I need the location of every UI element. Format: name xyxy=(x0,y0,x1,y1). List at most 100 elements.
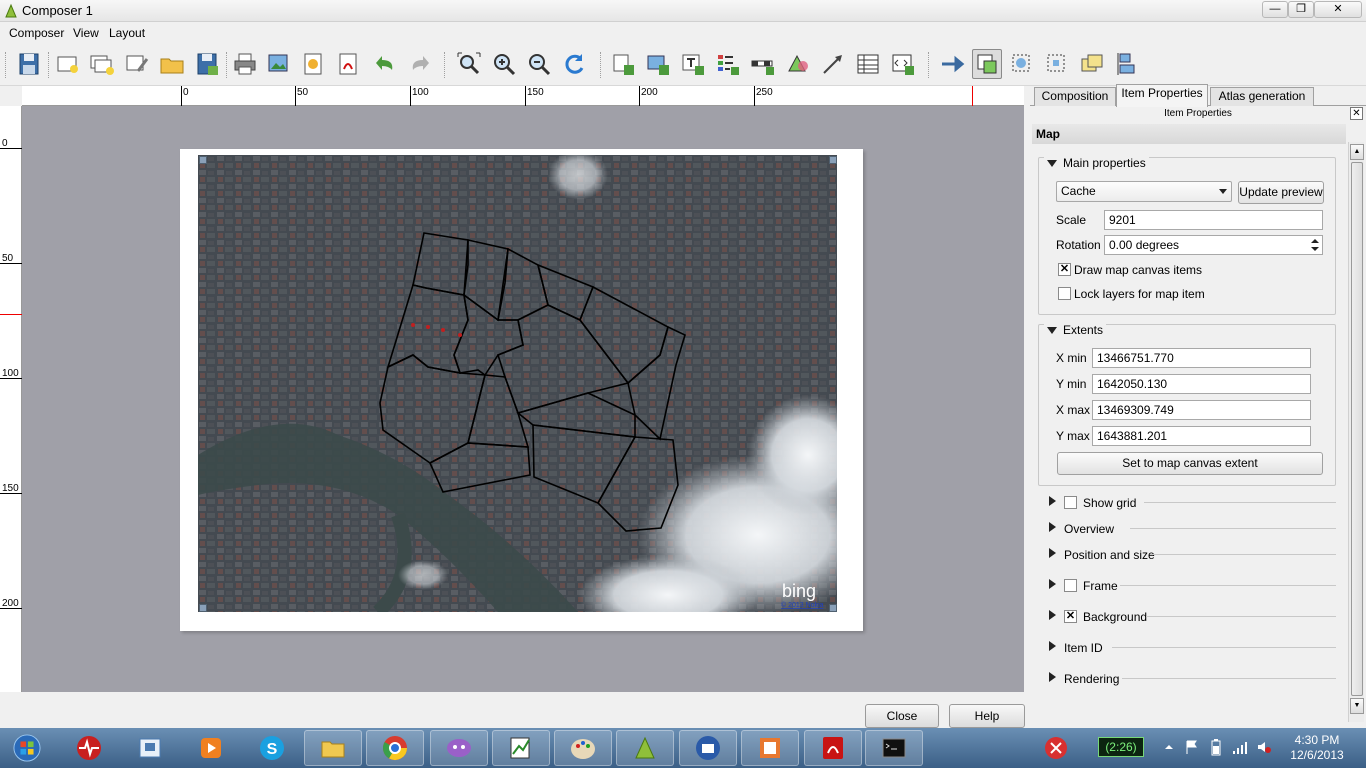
lock-layers-checkbox[interactable] xyxy=(1058,287,1071,300)
resize-handle-tl[interactable] xyxy=(199,156,207,164)
flag-icon[interactable] xyxy=(1184,739,1200,755)
ungroup-items-icon[interactable] xyxy=(1042,49,1072,79)
frame-label[interactable]: Frame xyxy=(1083,579,1118,593)
show-grid-checkbox[interactable] xyxy=(1064,496,1077,509)
rotation-spinbox[interactable]: 0.00 degrees xyxy=(1104,235,1323,255)
add-new-map-icon[interactable] xyxy=(608,49,638,79)
rendering-label[interactable]: Rendering xyxy=(1064,672,1119,686)
group-items-icon[interactable] xyxy=(1007,49,1037,79)
taskbar-store-app[interactable] xyxy=(121,730,179,766)
show-hidden-icons-icon[interactable] xyxy=(1164,742,1174,752)
extents-toggle[interactable]: Extents xyxy=(1044,323,1107,337)
add-scalebar-icon[interactable] xyxy=(748,49,778,79)
taskbar-thunderbird[interactable] xyxy=(679,730,737,766)
scale-input[interactable]: 9201 xyxy=(1104,210,1323,230)
taskbar-chat-app[interactable] xyxy=(430,730,488,766)
show-grid-label[interactable]: Show grid xyxy=(1083,496,1136,510)
print-icon[interactable] xyxy=(230,49,260,79)
maximize-button[interactable]: ❐ xyxy=(1288,1,1314,18)
signal-icon[interactable] xyxy=(1232,739,1248,755)
expand-arrow-icon[interactable] xyxy=(1049,496,1056,506)
refresh-icon[interactable] xyxy=(559,49,589,79)
taskbar-chrome[interactable] xyxy=(366,730,424,766)
taskbar-skype[interactable]: S xyxy=(243,730,301,766)
taskbar-clock[interactable]: 4:30 PM 12/6/2013 xyxy=(1285,733,1349,763)
xmax-input[interactable]: 13469309.749 xyxy=(1092,400,1311,420)
xmin-input[interactable]: 13466751.770 xyxy=(1092,348,1311,368)
raise-items-icon[interactable] xyxy=(1077,49,1107,79)
update-preview-button[interactable]: Update preview xyxy=(1238,181,1324,204)
expand-arrow-icon[interactable] xyxy=(1049,522,1056,532)
set-to-canvas-extent-button[interactable]: Set to map canvas extent xyxy=(1057,452,1323,475)
open-template-icon[interactable] xyxy=(157,49,187,79)
align-items-icon[interactable] xyxy=(1112,49,1142,79)
new-composer-icon[interactable] xyxy=(52,49,82,79)
tab-atlas-generation[interactable]: Atlas generation xyxy=(1210,87,1314,106)
ymin-input[interactable]: 1642050.130 xyxy=(1092,374,1311,394)
volume-muted-icon[interactable] xyxy=(1256,739,1272,755)
menu-layout[interactable]: Layout xyxy=(109,26,145,40)
main-properties-toggle[interactable]: Main properties xyxy=(1044,156,1149,170)
dock-close-button[interactable]: ✕ xyxy=(1350,107,1363,120)
taskbar-acrobat[interactable] xyxy=(804,730,862,766)
start-button[interactable] xyxy=(2,728,52,768)
expand-arrow-icon[interactable] xyxy=(1049,672,1056,682)
add-table-icon[interactable] xyxy=(853,49,883,79)
zoom-full-icon[interactable] xyxy=(454,49,484,79)
export-svg-icon[interactable] xyxy=(299,49,329,79)
background-checkbox[interactable]: ✕ xyxy=(1064,610,1077,623)
save-template-icon[interactable] xyxy=(192,49,222,79)
close-window-button[interactable]: ✕ xyxy=(1314,1,1362,18)
taskbar-image-app[interactable] xyxy=(741,730,799,766)
add-arrow-icon[interactable] xyxy=(818,49,848,79)
taskbar-tray-app[interactable] xyxy=(1027,730,1085,766)
resize-handle-bl[interactable] xyxy=(199,604,207,612)
expand-arrow-icon[interactable] xyxy=(1049,579,1056,589)
position-size-label[interactable]: Position and size xyxy=(1064,548,1155,562)
ymax-input[interactable]: 1643881.201 xyxy=(1092,426,1311,446)
menu-view[interactable]: View xyxy=(73,26,99,40)
taskbar-editor-app[interactable] xyxy=(492,730,550,766)
scroll-up-icon[interactable]: ▲ xyxy=(1350,144,1364,160)
export-pdf-icon[interactable] xyxy=(334,49,364,79)
zoom-out-icon[interactable] xyxy=(524,49,554,79)
draw-canvas-items-checkbox[interactable]: ✕ xyxy=(1058,263,1071,276)
zoom-in-icon[interactable] xyxy=(489,49,519,79)
taskbar-paint-app[interactable] xyxy=(554,730,612,766)
composer-manager-icon[interactable] xyxy=(122,49,152,79)
battery-timer[interactable]: (2:26) xyxy=(1098,737,1144,757)
minimize-button[interactable]: — xyxy=(1262,1,1288,18)
expand-arrow-icon[interactable] xyxy=(1049,548,1056,558)
taskbar-pulse-app[interactable] xyxy=(60,730,118,766)
undo-icon[interactable] xyxy=(370,49,400,79)
background-label[interactable]: Background xyxy=(1083,610,1147,624)
scroll-thumb[interactable] xyxy=(1351,162,1363,696)
overview-label[interactable]: Overview xyxy=(1064,522,1114,536)
expand-arrow-icon[interactable] xyxy=(1049,641,1056,651)
add-shape-icon[interactable] xyxy=(783,49,813,79)
tab-composition[interactable]: Composition xyxy=(1034,87,1116,106)
move-item-content-icon[interactable] xyxy=(972,49,1002,79)
resize-handle-tr[interactable] xyxy=(829,156,837,164)
preview-mode-select[interactable]: Cache xyxy=(1056,181,1232,202)
help-button[interactable]: Help xyxy=(949,704,1025,728)
dock-scrollbar[interactable]: ▲ ▼ xyxy=(1348,142,1364,722)
battery-icon[interactable] xyxy=(1210,738,1222,756)
save-project-icon[interactable] xyxy=(14,49,44,79)
spin-down-icon[interactable] xyxy=(1309,245,1321,253)
close-button[interactable]: Close xyxy=(865,704,939,728)
resize-handle-br[interactable] xyxy=(829,604,837,612)
add-html-icon[interactable] xyxy=(888,49,918,79)
taskbar-explorer[interactable] xyxy=(304,730,362,766)
taskbar-terminal[interactable] xyxy=(865,730,923,766)
add-legend-icon[interactable] xyxy=(713,49,743,79)
item-id-label[interactable]: Item ID xyxy=(1064,641,1103,655)
spin-up-icon[interactable] xyxy=(1309,237,1321,245)
map-item[interactable]: bing © 2013 Nokia xyxy=(198,155,837,612)
menu-composer[interactable]: Composer xyxy=(9,26,64,40)
add-image-icon[interactable] xyxy=(643,49,673,79)
taskbar-qgis[interactable] xyxy=(616,730,674,766)
export-image-icon[interactable] xyxy=(264,49,294,79)
expand-arrow-icon[interactable] xyxy=(1049,610,1056,620)
add-label-icon[interactable] xyxy=(678,49,708,79)
